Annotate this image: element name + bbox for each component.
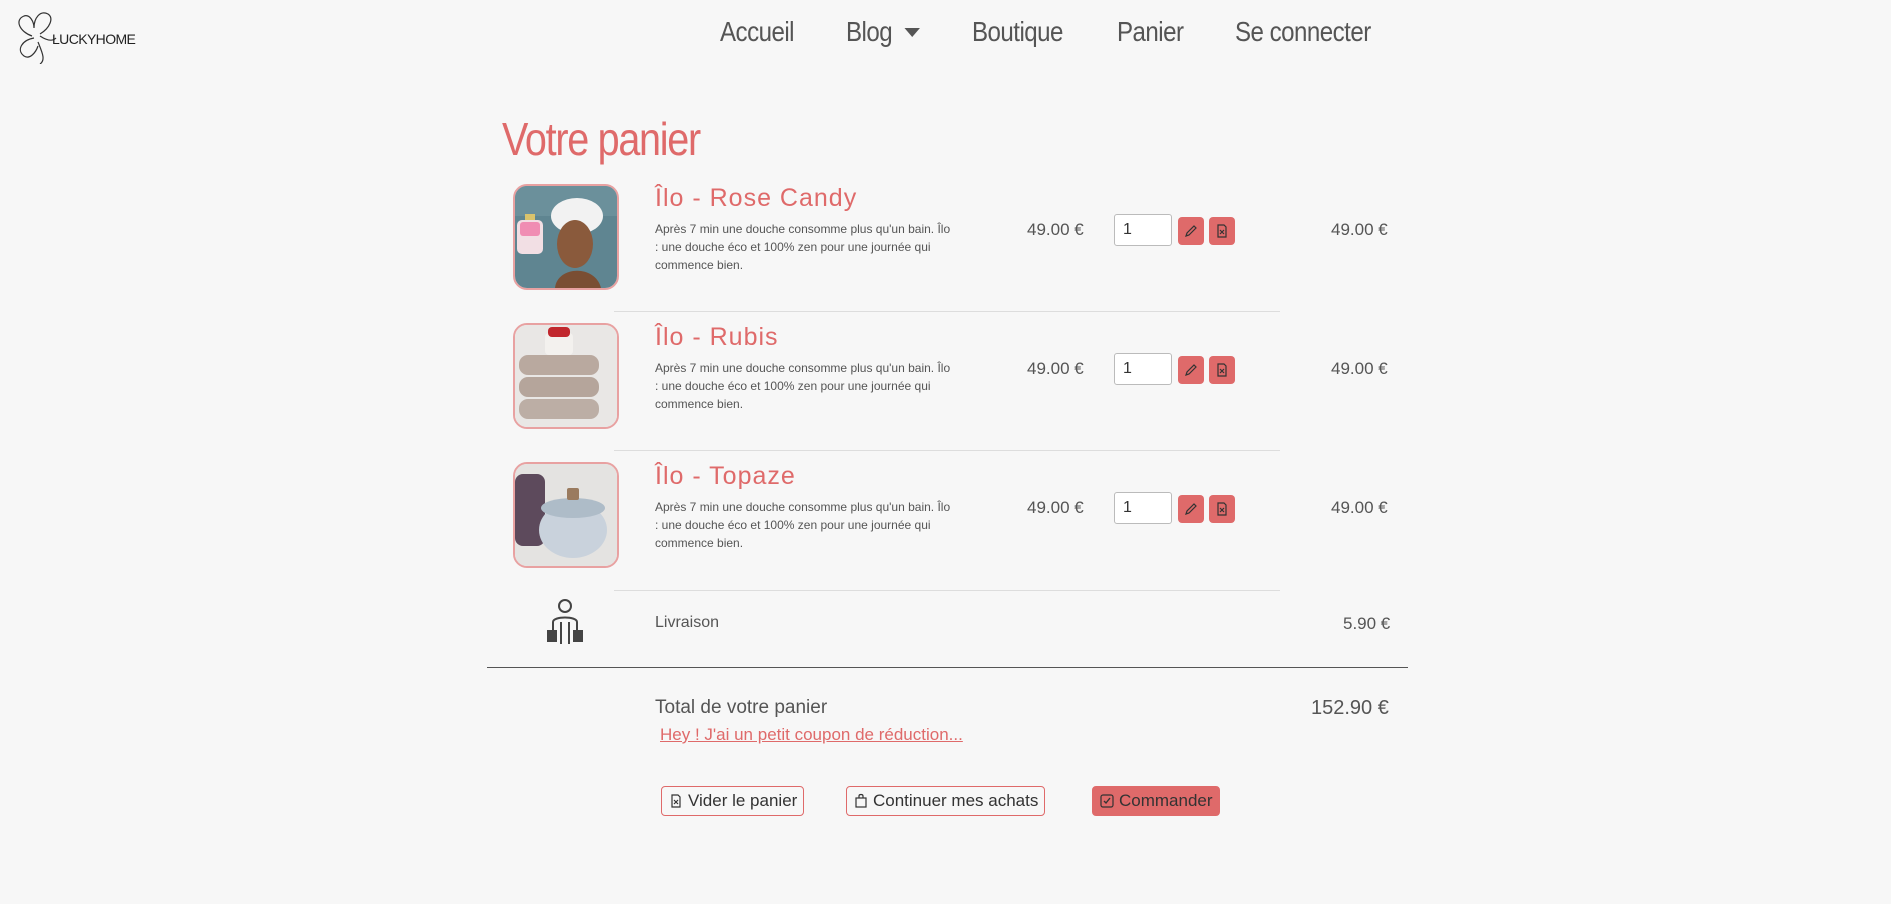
check-square-icon <box>1100 794 1114 808</box>
unit-price: 49.00 € <box>1027 220 1084 239</box>
remove-item-button[interactable] <box>1209 495 1235 523</box>
nav-item-panier[interactable]: Panier <box>1117 16 1184 48</box>
main-menu: Accueil Blog Boutique Panier Se connecte… <box>720 16 1433 48</box>
remove-item-button[interactable] <box>1209 356 1235 384</box>
luckyhome-logo[interactable]: LUCKYHOME <box>12 6 136 65</box>
product-description: Après 7 min une douche consomme plus qu'… <box>655 222 951 272</box>
empty-cart-button[interactable]: Vider le panier <box>661 786 805 816</box>
product-description: Après 7 min une douche consomme plus qu'… <box>655 361 951 411</box>
unit-price: 49.00 € <box>1027 498 1084 517</box>
order-button[interactable]: Commander <box>1092 786 1220 816</box>
row-divider <box>614 590 1280 591</box>
row-divider <box>614 311 1280 312</box>
nav-item-boutique[interactable]: Boutique <box>972 16 1063 48</box>
shipping-label: Livraison <box>655 614 720 631</box>
line-total: 49.00 € <box>1331 359 1388 378</box>
product-image[interactable] <box>513 323 619 429</box>
page-title: Votre panier <box>502 113 701 165</box>
pencil-icon <box>1185 503 1197 515</box>
quantity-input[interactable] <box>1114 214 1172 246</box>
caret-down-icon <box>904 27 920 37</box>
update-quantity-button[interactable] <box>1178 356 1204 384</box>
cart-row: Îlo - Rose Candy Après 7 min une douche … <box>505 184 1405 324</box>
product-name[interactable]: Îlo - Topaze <box>655 462 796 491</box>
logo-text: LUCKYHOME <box>52 31 136 47</box>
nav-item-blog[interactable]: Blog <box>846 16 920 48</box>
cart-row: Îlo - Rubis Après 7 min une douche conso… <box>505 323 1405 463</box>
product-name[interactable]: Îlo - Rubis <box>655 323 779 352</box>
shopping-bag-icon <box>855 793 867 808</box>
delivery-person-icon <box>545 598 585 646</box>
product-photo-towels-icon <box>515 325 617 427</box>
total-label: Total de votre panier <box>655 697 828 718</box>
product-description: Après 7 min une douche consomme plus qu'… <box>655 500 951 550</box>
file-x-icon <box>1217 224 1227 238</box>
empty-cart-label: Vider le panier <box>688 791 798 810</box>
pencil-icon <box>1185 364 1197 376</box>
update-quantity-button[interactable] <box>1178 495 1204 523</box>
nav-item-se-connecter[interactable]: Se connecter <box>1235 16 1371 48</box>
quantity-input[interactable] <box>1114 353 1172 385</box>
product-photo-woman-icon <box>515 186 617 288</box>
shipping-price: 5.90 € <box>1343 614 1391 633</box>
line-total: 49.00 € <box>1331 498 1388 517</box>
file-x-icon <box>671 794 681 808</box>
continue-shopping-button[interactable]: Continuer mes achats <box>846 786 1046 816</box>
cart-row: Îlo - Topaze Après 7 min une douche cons… <box>505 462 1405 602</box>
remove-item-button[interactable] <box>1209 217 1235 245</box>
total-divider <box>487 667 1408 668</box>
unit-price: 49.00 € <box>1027 359 1084 378</box>
continue-shopping-label: Continuer mes achats <box>873 791 1039 810</box>
top-navbar: LUCKYHOME Accueil Blog Boutique Panier S… <box>0 0 1891 74</box>
product-photo-jar-icon <box>515 464 617 566</box>
update-quantity-button[interactable] <box>1178 217 1204 245</box>
product-image[interactable] <box>513 184 619 290</box>
pencil-icon <box>1185 225 1197 237</box>
nav-item-accueil[interactable]: Accueil <box>720 16 795 48</box>
quantity-input[interactable] <box>1114 492 1172 524</box>
product-name[interactable]: Îlo - Rose Candy <box>655 184 857 213</box>
total-value: 152.90 € <box>1311 697 1389 719</box>
nav-item-blog-label: Blog <box>846 16 893 47</box>
product-image[interactable] <box>513 462 619 568</box>
line-total: 49.00 € <box>1331 220 1388 239</box>
coupon-link[interactable]: Hey ! J'ai un petit coupon de réduction.… <box>660 725 963 745</box>
order-label: Commander <box>1119 791 1213 810</box>
file-x-icon <box>1217 502 1227 516</box>
file-x-icon <box>1217 363 1227 377</box>
row-divider <box>614 450 1280 451</box>
